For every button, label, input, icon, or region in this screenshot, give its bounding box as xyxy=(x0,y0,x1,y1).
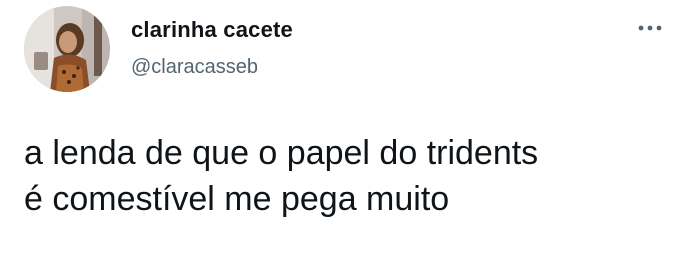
more-options-button[interactable] xyxy=(630,14,670,42)
tweet-text: a lenda de que o papel do tridents é com… xyxy=(24,130,674,222)
tweet-card: clarinha cacete @claracasseb a lenda de … xyxy=(0,0,690,258)
profile-photo-icon xyxy=(24,6,110,92)
author-handle[interactable]: @claracasseb xyxy=(131,56,258,79)
author-avatar[interactable] xyxy=(24,6,110,92)
tweet-text-line: a lenda de que o papel do tridents xyxy=(24,134,539,172)
tweet-text-line: é comestível me pega muito xyxy=(24,180,450,218)
more-options-icon xyxy=(638,25,662,31)
author-display-name[interactable]: clarinha cacete xyxy=(131,17,293,43)
